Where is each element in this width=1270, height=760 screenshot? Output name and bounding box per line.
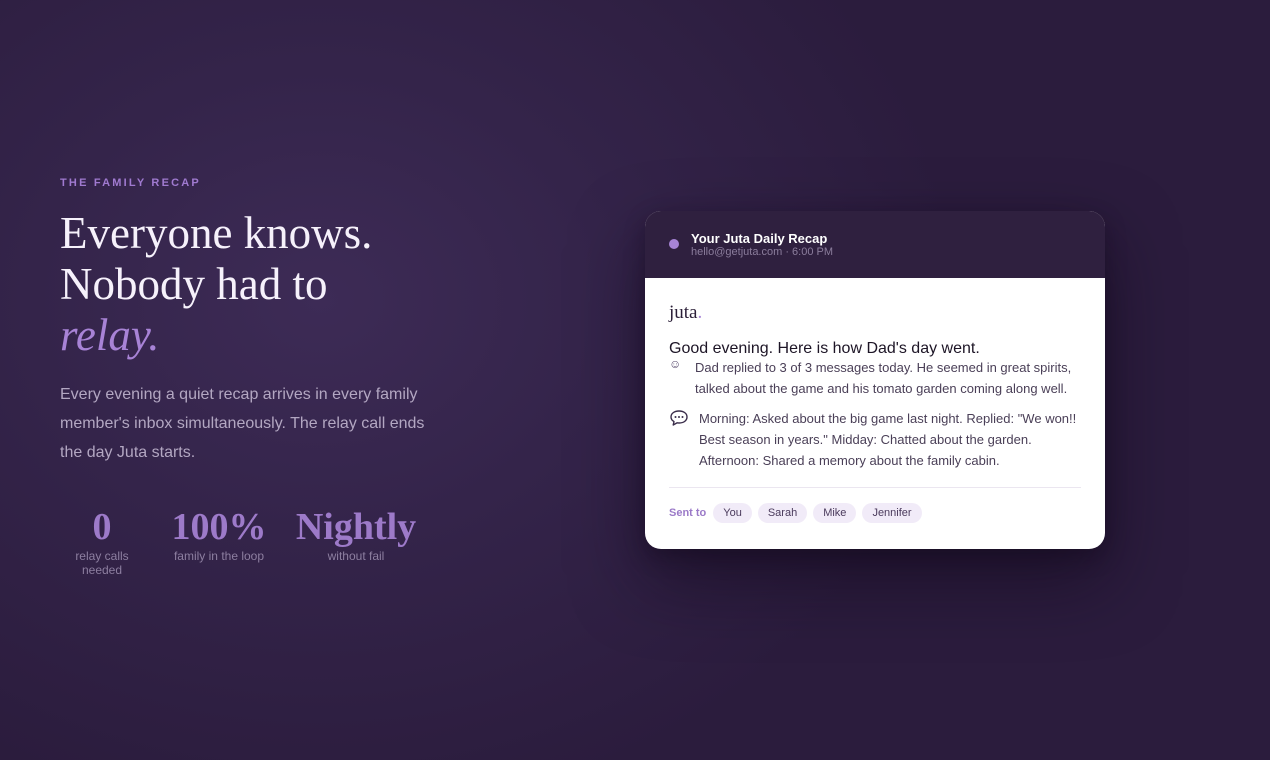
recipient-pill: Mike — [813, 503, 857, 523]
status-dot-icon — [669, 239, 679, 249]
hero-headline: Everyone knows. Nobody had to relay. — [60, 208, 372, 361]
smiley-icon: ☺ — [669, 357, 682, 371]
email-preview-card: Your Juta Daily Recap hello@getjuta.com … — [645, 211, 1105, 549]
stat-label: relay calls needed — [75, 549, 129, 577]
divider — [669, 487, 1081, 488]
brand-dot: . — [697, 302, 703, 323]
headline-line-1: Everyone knows. — [60, 208, 373, 258]
details-row: Morning: Asked about the big game last n… — [669, 408, 1081, 471]
recipient-pill: Sarah — [757, 503, 808, 523]
email-greeting: Good evening. Here is how Dad's day went… — [669, 340, 980, 357]
stat-value: Nightly — [295, 506, 417, 548]
email-subject: Your Juta Daily Recap — [691, 231, 828, 246]
email-sender-meta: hello@getjuta.com · 6:00 PM — [691, 246, 834, 258]
section-eyebrow: THE FAMILY RECAP — [60, 177, 201, 189]
stat-value: 0 — [92, 506, 112, 548]
stat-frequency: Nightly without fail — [290, 505, 422, 563]
details-text: Morning: Asked about the big game last n… — [699, 411, 1077, 468]
summary-text: Dad replied to 3 of 3 messages today. He… — [695, 360, 1072, 396]
recipient-pill: You — [713, 503, 752, 523]
brand-name: juta — [669, 302, 698, 323]
brand-logo: juta. — [669, 302, 702, 324]
speech-bubble-icon — [669, 409, 689, 432]
hero-description: Every evening a quiet recap arrives in e… — [60, 386, 425, 461]
stat-value: 100% — [171, 506, 267, 548]
email-header: Your Juta Daily Recap hello@getjuta.com … — [645, 211, 1105, 278]
stat-label: without fail — [327, 549, 385, 563]
recipient-pill: Jennifer — [862, 503, 922, 523]
headline-accent: relay. — [60, 310, 160, 360]
sent-to-label: Sent to — [669, 507, 707, 519]
summary-row: ☺ Dad replied to 3 of 3 messages today. … — [669, 357, 1081, 399]
recipients-row: Sent to You Sarah Mike Jennifer — [669, 503, 928, 523]
headline-line-2: Nobody had to — [60, 259, 328, 309]
stat-family-loop: 100% family in the loop — [168, 505, 270, 563]
stat-label: family in the loop — [173, 549, 265, 563]
stat-relay-calls: 0 relay calls needed — [70, 505, 134, 577]
